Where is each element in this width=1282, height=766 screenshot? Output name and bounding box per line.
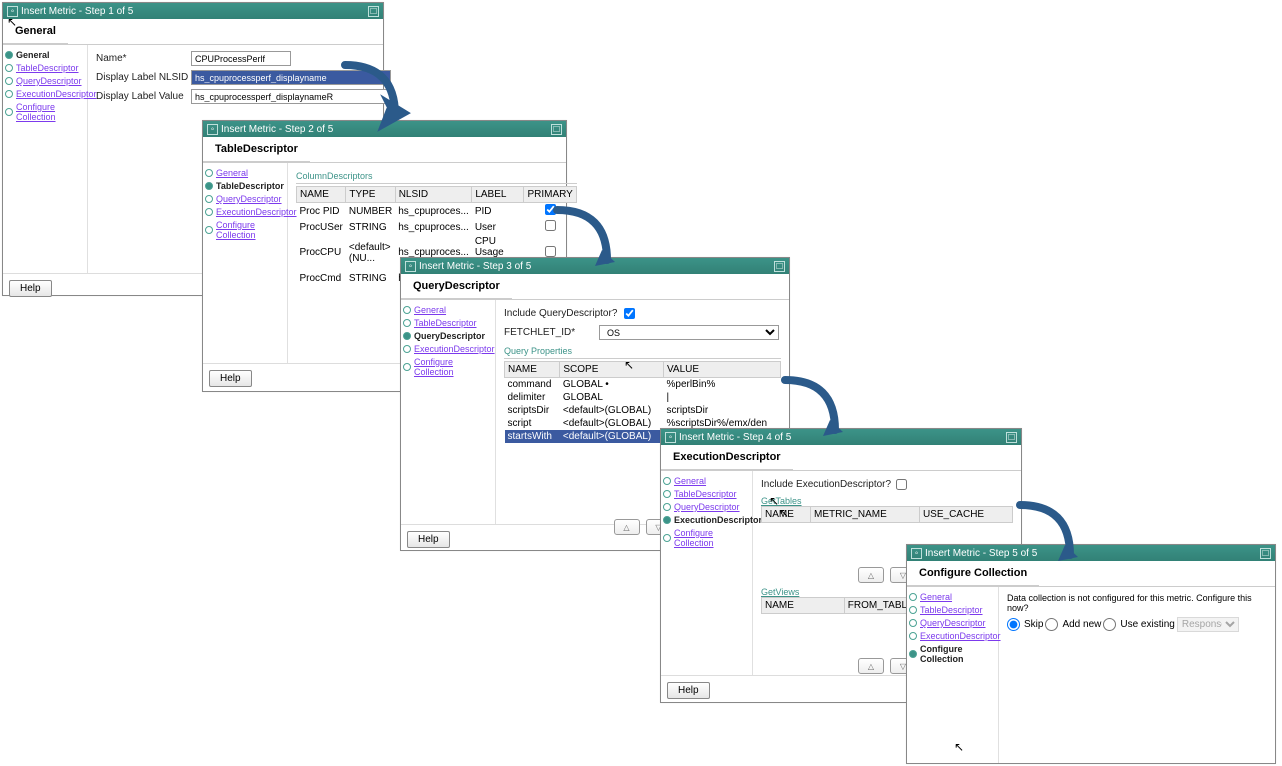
value-label: Display Label Value [96,91,191,102]
existing-label: Use existing [1120,619,1174,630]
dialog-step5: ◦Insert Metric - Step 5 of 5 □ Configure… [906,544,1276,764]
sidebar-item-config[interactable]: Configure Collection [674,528,750,548]
sidebar-item-general[interactable]: General [920,592,952,602]
existing-radio[interactable] [1103,618,1116,631]
titlebar[interactable]: ◦Insert Metric - Step 1 of 5 □ [3,3,383,19]
sidebar-item-config[interactable]: Configure Collection [920,644,996,664]
sys-icon: ◦ [7,6,18,17]
tab-config: Configure Collection [907,561,1039,586]
sys-icon: ◦ [665,432,676,443]
tab-table: TableDescriptor [203,137,310,162]
sidebar-item-table[interactable]: TableDescriptor [216,181,284,191]
config-message: Data collection is not configured for th… [1007,593,1267,613]
sidebar-item-general[interactable]: General [16,50,50,60]
table-row: Proc PIDNUMBERhs_cpuproces...PID [297,203,577,220]
name-input[interactable] [191,51,291,66]
name-label: Name* [96,53,191,64]
skip-label: Skip [1024,619,1043,630]
wizard-sidebar: General TableDescriptor QueryDescriptor … [401,300,496,524]
section-header: Query Properties [504,344,781,359]
table-row: delimiterGLOBAL| [505,391,781,404]
fetchlet-label: FETCHLET_ID* [504,327,599,338]
sidebar-item-table[interactable]: TableDescriptor [16,63,79,73]
window-title: Insert Metric - Step 3 of 5 [419,261,531,272]
sidebar-item-query[interactable]: QueryDescriptor [16,76,82,86]
primary-checkbox[interactable] [545,246,556,257]
window-title: Insert Metric - Step 5 of 5 [925,548,1037,559]
section-header: ColumnDescriptors [296,169,577,184]
help-button[interactable]: Help [407,531,450,548]
sidebar-item-config[interactable]: Configure Collection [414,357,493,377]
sys-icon: ◦ [207,124,218,135]
sidebar-item-exec[interactable]: ExecutionDescriptor [414,344,495,354]
table-row: ProcUSerSTRINGhs_cpuproces...User [297,219,577,235]
include-query-label: Include QueryDescriptor? [504,308,624,319]
sidebar-item-general[interactable]: General [674,476,706,486]
sidebar-item-query[interactable]: QueryDescriptor [674,502,740,512]
fetchlet-select[interactable]: OS [599,325,779,340]
sidebar-item-exec[interactable]: ExecutionDescriptor [16,89,97,99]
sidebar-item-config[interactable]: Configure Collection [216,220,285,240]
maximize-icon[interactable]: □ [551,124,562,135]
wizard-sidebar: General TableDescriptor QueryDescriptor … [907,587,999,763]
window-title: Insert Metric - Step 4 of 5 [679,432,791,443]
nlsid-label: Display Label NLSID [96,72,191,83]
sidebar-item-query[interactable]: QueryDescriptor [216,194,282,204]
tab-query: QueryDescriptor [401,274,512,299]
sidebar-item-exec[interactable]: ExecutionDescriptor [920,631,1001,641]
maximize-icon[interactable]: □ [774,261,785,272]
sidebar-item-table[interactable]: TableDescriptor [920,605,983,615]
table-row: scriptsDir<default>(GLOBAL)scriptsDir [505,404,781,417]
skip-radio[interactable] [1007,618,1020,631]
include-query-checkbox[interactable] [624,306,635,321]
sidebar-item-general[interactable]: General [216,168,248,178]
tab-exec: ExecutionDescriptor [661,445,793,470]
primary-checkbox[interactable] [545,220,556,231]
titlebar[interactable]: ◦Insert Metric - Step 5 of 5 □ [907,545,1275,561]
titlebar[interactable]: ◦Insert Metric - Step 2 of 5 □ [203,121,566,137]
sidebar-item-general[interactable]: General [414,305,446,315]
include-exec-label: Include ExecutionDescriptor? [761,479,896,490]
help-button[interactable]: Help [667,682,710,699]
sidebar-item-exec[interactable]: ExecutionDescriptor [216,207,297,217]
up-button[interactable]: △ [858,658,884,674]
maximize-icon[interactable]: □ [368,6,379,17]
sys-icon: ◦ [911,548,922,559]
titlebar[interactable]: ◦Insert Metric - Step 4 of 5 □ [661,429,1021,445]
sidebar-item-table[interactable]: TableDescriptor [414,318,477,328]
titlebar[interactable]: ◦Insert Metric - Step 3 of 5 □ [401,258,789,274]
wizard-sidebar: General TableDescriptor QueryDescriptor … [3,45,88,273]
addnew-label: Add new [1062,619,1101,630]
sidebar-item-config[interactable]: Configure Collection [16,102,85,122]
wizard-sidebar: General TableDescriptor QueryDescriptor … [661,471,753,675]
window-title: Insert Metric - Step 2 of 5 [221,124,333,135]
window-title: Insert Metric - Step 1 of 5 [21,6,133,17]
primary-checkbox[interactable] [545,204,556,215]
gettables-header: GetTables [761,496,1013,506]
up-button[interactable]: △ [858,567,884,583]
maximize-icon[interactable]: □ [1006,432,1017,443]
up-button[interactable]: △ [614,519,640,535]
addnew-radio[interactable] [1045,618,1058,631]
sys-icon: ◦ [405,261,416,272]
gettables-table[interactable]: NAMEMETRIC_NAMEUSE_CACHE [761,506,1013,523]
help-button[interactable]: Help [209,370,252,387]
value-input[interactable] [191,89,391,104]
table-row: commandGLOBAL •%perlBin% [505,378,781,392]
nlsid-input[interactable] [191,70,391,85]
maximize-icon[interactable]: □ [1260,548,1271,559]
wizard-sidebar: General TableDescriptor QueryDescriptor … [203,163,288,363]
sidebar-item-exec[interactable]: ExecutionDescriptor [674,515,762,525]
sidebar-item-query[interactable]: QueryDescriptor [414,331,485,341]
response-select[interactable]: Response [1177,617,1239,632]
sidebar-item-table[interactable]: TableDescriptor [674,489,737,499]
include-exec-checkbox[interactable] [896,477,907,492]
tab-general: General [3,19,68,44]
help-button[interactable]: Help [9,280,52,297]
sidebar-item-query[interactable]: QueryDescriptor [920,618,986,628]
